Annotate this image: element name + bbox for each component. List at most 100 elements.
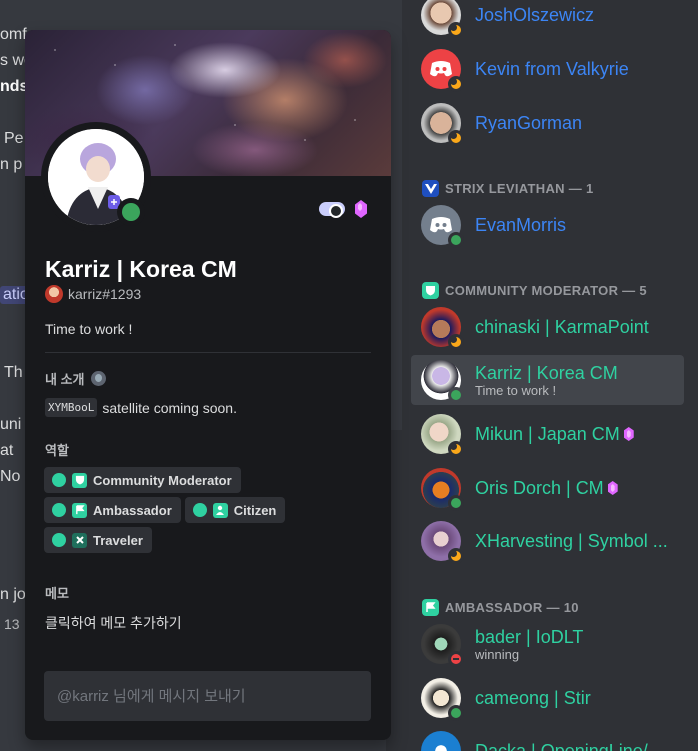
chat-text: n jo: [0, 586, 26, 603]
role-group-title: AMBASSADOR — 10: [445, 600, 579, 615]
role-label: Ambassador: [93, 502, 172, 518]
chat-text: No: [0, 468, 21, 485]
online-status-icon: [448, 232, 464, 248]
member-list: JoshOlszewicz Kevin from Valkyrie RyanGo…: [402, 0, 698, 751]
member-name: XHarvesting | Symbol ...: [475, 530, 668, 551]
role-label: Community Moderator: [93, 472, 232, 488]
chat-text: Th: [4, 364, 23, 381]
role-color-dot[interactable]: [192, 503, 207, 517]
discord-logo-icon: [430, 217, 452, 233]
avatar: [421, 414, 464, 457]
chat-text: Pe: [4, 130, 24, 147]
note-heading: 메모: [45, 586, 69, 601]
avatar: [421, 468, 464, 511]
member-item[interactable]: Mikun | Japan CM: [411, 409, 684, 459]
discord-logo-icon: [430, 61, 452, 77]
role-pill-traveler[interactable]: Traveler: [44, 527, 152, 553]
about-me-heading: 내 소개: [45, 369, 106, 388]
member-name: JoshOlszewicz: [475, 4, 595, 25]
inline-code: XYMBooL: [45, 398, 98, 417]
user-profile-popout: Karriz | Korea CM karriz#1293 Time to wo…: [25, 30, 391, 740]
dnd-status-icon: [448, 651, 464, 667]
avatar: [421, 521, 464, 564]
role-label: Traveler: [93, 532, 143, 548]
idle-status-icon: [448, 22, 464, 38]
moderator-shield-icon: [72, 472, 87, 488]
role-color-dot[interactable]: [52, 533, 66, 547]
idle-status-icon: [448, 334, 464, 350]
strix-leviathan-icon: [422, 180, 439, 197]
member-item[interactable]: cameong | Stir: [411, 673, 684, 723]
avatar: [421, 731, 461, 751]
member-name: Dacka | OpeningLine/...: [475, 740, 663, 751]
member-name: Oris Dorch | CM: [475, 478, 618, 499]
online-status-icon: [448, 495, 464, 511]
idle-status-icon: [448, 548, 464, 564]
profile-username-text: karriz#1293: [68, 286, 142, 302]
about-me-text: XYMBooL satellite coming soon.: [45, 398, 237, 417]
member-item[interactable]: chinaski | KarmaPoint: [411, 302, 684, 352]
online-status-icon: [117, 198, 145, 226]
avatar: [421, 49, 464, 92]
role-label: Citizen: [233, 502, 277, 518]
moderator-shield-icon: [422, 282, 439, 299]
profile-username: karriz#1293: [45, 285, 141, 303]
nitro-boost-gem-icon: [623, 427, 634, 441]
chat-text: n p: [0, 156, 23, 173]
role-color-dot[interactable]: [52, 473, 66, 487]
idle-status-icon: [448, 76, 464, 92]
member-custom-status: Time to work !: [475, 382, 557, 398]
member-item[interactable]: Dacka | OpeningLine/...: [411, 726, 684, 751]
member-name: cameong | Stir: [475, 687, 591, 708]
member-item[interactable]: Oris Dorch | CM: [411, 463, 684, 513]
online-status-icon: [448, 387, 464, 403]
ambassador-flag-icon: [422, 599, 439, 616]
globe-icon: [90, 371, 106, 386]
profile-badges: [319, 200, 367, 218]
chat-text: at: [0, 442, 14, 459]
role-pill-ambassador[interactable]: Ambassador: [44, 497, 181, 523]
member-item[interactable]: Kevin from Valkyrie: [411, 44, 684, 94]
member-name: EvanMorris: [475, 214, 567, 235]
idle-status-icon: [448, 130, 464, 146]
role-group-header: AMBASSADOR — 10: [422, 599, 579, 616]
avatar: [45, 285, 63, 303]
role-pill-citizen[interactable]: Citizen: [184, 497, 286, 523]
role-group-header: STRIX LEVIATHAN — 1: [422, 180, 593, 197]
direct-message-input[interactable]: [44, 671, 371, 721]
chat-text: omf: [0, 26, 27, 43]
role-pill-community-moderator[interactable]: Community Moderator: [44, 467, 241, 493]
avatar: [421, 0, 464, 38]
member-item[interactable]: bader | IoDLT winning: [411, 619, 684, 669]
citizen-person-icon: [212, 502, 228, 518]
role-group-title: STRIX LEVIATHAN — 1: [445, 181, 594, 196]
member-item[interactable]: JoshOlszewicz: [411, 0, 684, 40]
avatar: [421, 205, 464, 248]
member-item[interactable]: XHarvesting | Symbol ...: [411, 516, 684, 566]
avatar: [421, 360, 464, 403]
member-name: Mikun | Japan CM: [475, 424, 634, 445]
online-status-icon: [448, 705, 464, 721]
profile-custom-status: Time to work !: [45, 321, 133, 337]
nitro-boost-gem-icon[interactable]: [355, 200, 367, 218]
avatar: [421, 624, 464, 667]
note-input[interactable]: 클릭하여 메모 추가하기: [45, 613, 182, 633]
profile-display-name: Karriz | Korea CM: [45, 256, 237, 282]
member-item-selected[interactable]: Karriz | Korea CM Time to work !: [411, 355, 684, 405]
member-item[interactable]: RyanGorman: [411, 98, 684, 148]
avatar: [421, 678, 464, 721]
chat-reaction-count[interactable]: 13: [4, 616, 20, 632]
hypesquad-badge-icon[interactable]: [319, 202, 345, 218]
role-color-dot[interactable]: [52, 503, 66, 517]
role-group-title: COMMUNITY MODERATOR — 5: [445, 283, 647, 298]
nitro-boost-gem-icon: [607, 481, 618, 495]
member-name: RyanGorman: [475, 112, 583, 133]
member-name: Kevin from Valkyrie: [475, 58, 629, 79]
member-custom-status: winning: [475, 646, 520, 662]
roles-heading: 역할: [45, 443, 69, 458]
role-list: Community Moderator Ambassador Citizen T…: [44, 467, 374, 553]
member-name: bader | IoDLT: [475, 626, 584, 647]
avatar: [421, 307, 464, 350]
member-item[interactable]: EvanMorris: [411, 200, 684, 250]
avatar: [421, 103, 464, 146]
